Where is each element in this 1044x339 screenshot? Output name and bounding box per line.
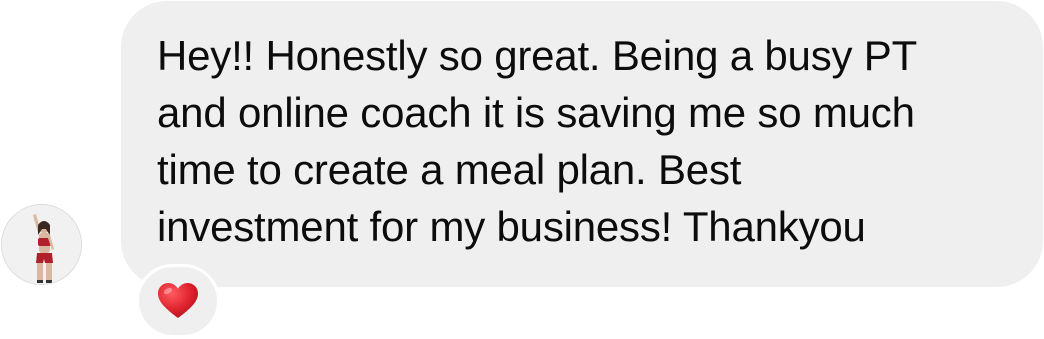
message-text-line: Hey!! Honestly so great. Being a busy PT bbox=[157, 32, 918, 79]
reaction-badge[interactable] bbox=[136, 264, 220, 338]
avatar-person-icon bbox=[2, 205, 81, 284]
message-text-line: time to create a meal plan. Best bbox=[157, 146, 742, 193]
sender-avatar[interactable] bbox=[1, 204, 82, 285]
message-text-line: investment for my business! Thankyou bbox=[157, 203, 866, 250]
message-bubble[interactable]: Hey!! Honestly so great. Being a busy PT… bbox=[121, 1, 1043, 287]
message-text-line: and online coach it is saving me so much bbox=[157, 89, 915, 136]
red-heart-icon bbox=[158, 283, 198, 318]
